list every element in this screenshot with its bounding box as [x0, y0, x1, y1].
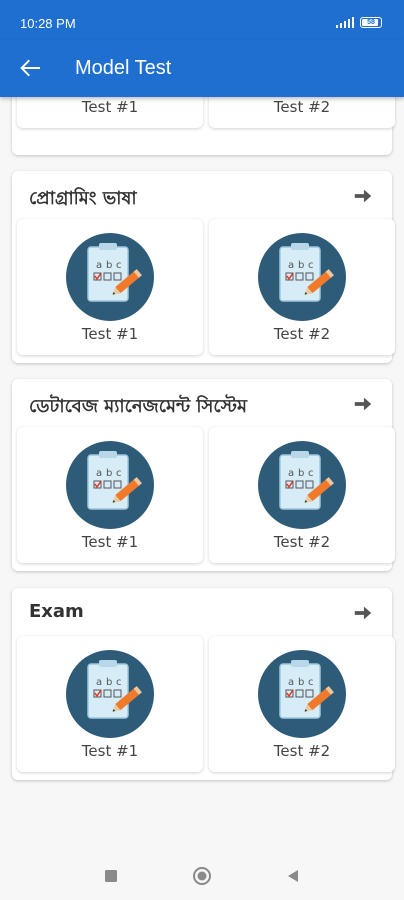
- signal-icon: [336, 17, 354, 28]
- test-card-label: Test #2: [273, 325, 331, 343]
- arrow-right-icon[interactable]: [352, 602, 374, 624]
- test-card-label: Test #2: [273, 98, 331, 116]
- test-card-label: Test #1: [81, 533, 139, 551]
- clipboard-checklist-icon: [66, 650, 154, 738]
- status-bar: 10:28 PM 58: [0, 0, 404, 40]
- clipboard-checklist-icon: [258, 233, 346, 321]
- section-title: ডেটাবেজ ম্যানেজমেন্ট সিস্টেম: [29, 396, 247, 417]
- test-card[interactable]: Test #2: [209, 219, 395, 355]
- section-title: প্রোগ্রামিং ভাষা: [29, 188, 137, 209]
- section-card: Test #1 Test #2: [12, 97, 395, 155]
- home-circle-icon[interactable]: [192, 866, 212, 886]
- battery-icon: 58: [360, 17, 382, 28]
- clipboard-checklist-icon: [258, 441, 346, 529]
- test-card-label: Test #1: [81, 98, 139, 116]
- test-card[interactable]: Test #1: [17, 427, 203, 563]
- test-card-label: Test #1: [81, 742, 139, 760]
- test-card-label: Test #2: [273, 742, 331, 760]
- status-icons: 58: [336, 17, 382, 28]
- section-programming-language: প্রোগ্রামিং ভাষা Test #1 Test #2: [12, 171, 395, 363]
- test-card[interactable]: Test #2: [209, 636, 395, 772]
- back-arrow-icon[interactable]: [14, 52, 46, 84]
- test-card[interactable]: Test #1: [17, 219, 203, 355]
- test-card-label: Test #2: [273, 533, 331, 551]
- test-card[interactable]: Test #2: [209, 97, 395, 128]
- test-card[interactable]: Test #1: [17, 97, 203, 128]
- recents-square-icon[interactable]: [104, 869, 118, 883]
- back-triangle-icon[interactable]: [286, 869, 300, 883]
- system-nav-bar: [0, 850, 404, 900]
- page-title: Model Test: [75, 57, 172, 79]
- test-card-label: Test #1: [81, 325, 139, 343]
- section-exam: Exam Test #1 Test #2: [12, 588, 395, 780]
- test-card[interactable]: Test #2: [209, 427, 395, 563]
- status-time: 10:28 PM: [20, 16, 76, 31]
- arrow-right-icon[interactable]: [352, 393, 374, 415]
- clipboard-checklist-icon: [66, 441, 154, 529]
- arrow-right-icon[interactable]: [352, 185, 374, 207]
- clipboard-checklist-icon: [258, 650, 346, 738]
- test-list: Test #1 Test #2 প্রোগ্রামিং ভাষা Test #1…: [0, 97, 404, 850]
- section-database-management: ডেটাবেজ ম্যানেজমেন্ট সিস্টেম Test #1 Tes…: [12, 379, 395, 571]
- test-card[interactable]: Test #1: [17, 636, 203, 772]
- section-title: Exam: [29, 601, 84, 622]
- clipboard-checklist-icon: [66, 233, 154, 321]
- app-bar: Model Test: [0, 40, 404, 97]
- battery-level: 58: [367, 19, 375, 26]
